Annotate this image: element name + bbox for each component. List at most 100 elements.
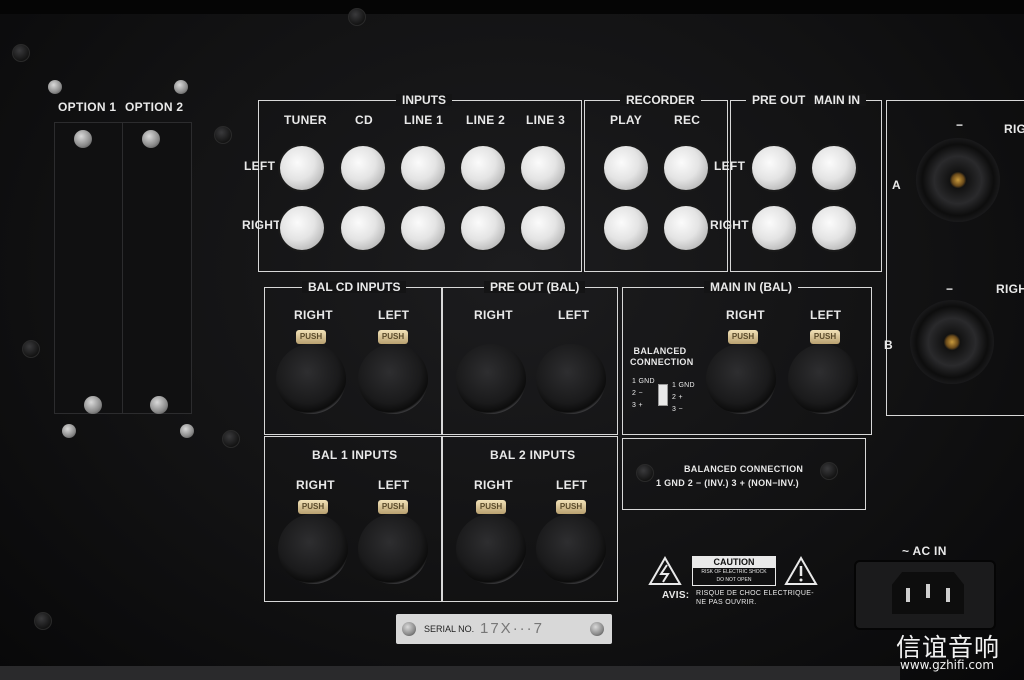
watermark-url: www.gzhifi.com [900,658,995,672]
pin-label: 3 + [632,402,643,409]
rca-jack-tuner-left[interactable] [280,146,324,190]
column-play: PLAY [610,113,643,127]
avis-label: AVIS: [662,590,690,601]
iec-pin [906,588,910,602]
column-tuner: TUNER [284,113,327,127]
row-left-label: LEFT [244,159,276,173]
rca-jack-line1-right[interactable] [401,206,445,250]
push-latch[interactable]: PUSH [728,330,758,344]
column-rec: REC [674,113,701,127]
rca-jack-play-left[interactable] [604,146,648,190]
xlr-main-in-left[interactable] [788,344,858,414]
rca-jack-cd-left[interactable] [341,146,385,190]
chassis-screw [348,8,366,26]
push-latch[interactable]: PUSH [378,330,408,344]
push-latch[interactable]: PUSH [810,330,840,344]
rca-jack-line3-left[interactable] [521,146,565,190]
pin-label: 2 − [632,390,643,397]
xlr-bal-cd-right[interactable] [276,344,346,414]
xlr-pre-out-right[interactable] [456,344,526,414]
recorder-title: RECORDER [620,94,701,106]
rca-jack-mainin-left[interactable] [812,146,856,190]
chassis-screw [222,430,240,448]
caution-line2: DO NOT OPEN [716,577,752,583]
ac-in-label: ~ AC IN [902,544,947,558]
speaker-minus-a: − [956,118,964,132]
slot-thumbscrew[interactable] [150,396,168,414]
xlr-bal2-right[interactable] [456,514,526,584]
rca-jack-preout-right[interactable] [752,206,796,250]
inputs-title: INPUTS [396,94,453,106]
speaker-terminal-a-minus[interactable] [916,138,1000,222]
slot-thumbscrew[interactable] [142,130,160,148]
rca-jack-line2-right[interactable] [461,206,505,250]
option-1-label: OPTION 1 [58,100,117,114]
option-slot-1[interactable] [54,122,126,414]
xlr-bal-cd-left[interactable] [358,344,428,414]
speaker-minus-b: − [946,282,954,296]
slot-thumbscrew[interactable] [84,396,102,414]
option-screw [62,424,76,438]
xlr-bal1-right[interactable] [278,514,348,584]
balanced-connection-switch-label: BALANCED CONNECTION [630,346,694,367]
main-in-bal-right-label: RIGHT [726,308,765,322]
speaker-a-label: A [892,178,901,192]
balanced-connection-pins: 1 GND 2 − (INV.) 3 + (NON−INV.) [656,478,799,488]
push-latch[interactable]: PUSH [298,500,328,514]
speaker-b-label: B [884,338,893,352]
avis-line1: RISQUE DE CHOC ELECTRIQUE- [696,590,814,597]
bal-cd-left-label: LEFT [378,308,410,322]
polarity-switch[interactable] [658,384,668,406]
rca-jack-line3-right[interactable] [521,206,565,250]
bal-cd-title: BAL CD INPUTS [302,281,407,293]
column-line3: LINE 3 [526,113,566,127]
iec-pin [946,588,950,602]
balanced-connection-title: BALANCED CONNECTION [684,464,804,474]
pre-out-bal-left-label: LEFT [558,308,590,322]
rca-jack-line2-left[interactable] [461,146,505,190]
info-screw [636,464,654,482]
speaker-right-a: RIG [1004,122,1024,136]
bal-cd-right-label: RIGHT [294,308,333,322]
chassis-screw [34,612,52,630]
chassis-screw [214,126,232,144]
option-2-label: OPTION 2 [125,100,184,114]
rca-jack-cd-right[interactable] [341,206,385,250]
pre-out-bal-right-label: RIGHT [474,308,513,322]
rca-jack-mainin-right[interactable] [812,206,856,250]
xlr-pre-out-left[interactable] [536,344,606,414]
rca-jack-line1-left[interactable] [401,146,445,190]
plate-rivet [402,622,416,636]
rca-jack-preout-left[interactable] [752,146,796,190]
bal2-left-label: LEFT [556,478,588,492]
bal1-left-label: LEFT [378,478,410,492]
option-screw [174,80,188,94]
bottom-chassis-edge [0,666,900,680]
rca-jack-tuner-right[interactable] [280,206,324,250]
slot-thumbscrew[interactable] [74,130,92,148]
push-latch[interactable]: PUSH [556,500,586,514]
avis-line2: NE PAS OUVRIR. [696,599,757,606]
pin-label: 3 − [672,406,683,413]
speaker-right-b: RIGH [996,282,1024,296]
push-latch[interactable]: PUSH [476,500,506,514]
mainin-title: MAIN IN [808,94,866,106]
rca-jack-rec-left[interactable] [664,146,708,190]
main-in-bal-left-label: LEFT [810,308,842,322]
speaker-terminal-b-minus[interactable] [910,300,994,384]
column-line1: LINE 1 [404,113,444,127]
push-latch[interactable]: PUSH [296,330,326,344]
xlr-bal2-left[interactable] [536,514,606,584]
balanced-switch-pins: 1 GND 2 − 3 + 1 GND 2 + 3 − [630,376,695,414]
recorder-section [584,100,728,272]
option-slot-2[interactable] [122,122,192,414]
bal2-right-label: RIGHT [474,478,513,492]
xlr-bal1-left[interactable] [358,514,428,584]
push-latch[interactable]: PUSH [378,500,408,514]
rca-jack-play-right[interactable] [604,206,648,250]
main-in-bal-title: MAIN IN (BAL) [704,281,798,293]
serial-value: 17X···7 [480,620,545,637]
caution-line1: RISK OF ELECTRIC SHOCK [701,569,767,575]
xlr-main-in-right[interactable] [706,344,776,414]
rca-jack-rec-right[interactable] [664,206,708,250]
